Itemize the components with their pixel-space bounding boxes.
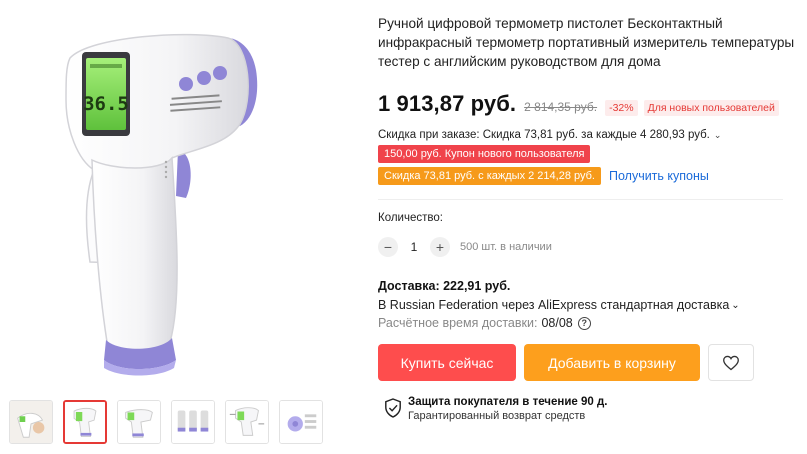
main-product-image[interactable]: 36.5 [0, 0, 370, 395]
thumbnail-6[interactable] [279, 400, 323, 444]
order-discount-text: Скидка при заказе: Скидка 73,81 руб. за … [378, 129, 710, 141]
product-title: Ручной цифровой термометр пистолет Беско… [378, 16, 795, 69]
delivery-cost: Доставка: 222,91 руб. [378, 279, 511, 293]
delivery-route-text: В Russian Federation через AliExpress ст… [378, 298, 730, 312]
current-price: 1 913,87 руб. [378, 91, 517, 116]
thumbnail-5[interactable] [225, 400, 269, 444]
discount-badge: -32% [605, 100, 638, 116]
chevron-down-icon: ⌄ [731, 299, 740, 311]
delivery-estimate-label: Расчётное время доставки: [378, 316, 538, 330]
quantity-decrease-button[interactable]: − [378, 237, 398, 257]
coupon-discount[interactable]: Скидка 73,81 руб. с каждых 2 214,28 руб. [378, 167, 601, 185]
delivery-estimate-date: 08/08 [541, 316, 573, 330]
quantity-increase-button[interactable]: + [430, 237, 450, 257]
stock-count: 500 шт. в наличии [460, 241, 552, 253]
thumbnail-1[interactable] [9, 400, 53, 444]
buyer-protection: Защита покупателя в течение 90 д. Гарант… [384, 396, 798, 422]
product-info-panel: Ручной цифровой термометр пистолет Беско… [378, 14, 798, 422]
display-reading: 36.5 [83, 93, 129, 115]
chevron-down-icon: ⌄ [713, 129, 722, 140]
coupon-new-user-row: 150,00 руб. Купон нового пользователя [378, 145, 798, 163]
thumbnail-strip [9, 400, 323, 444]
wishlist-button[interactable] [708, 344, 754, 381]
new-users-badge: Для новых пользователей [643, 100, 779, 116]
thumbnail-3[interactable] [117, 400, 161, 444]
coupon-discount-row: Скидка 73,81 руб. с каждых 2 214,28 руб.… [378, 167, 798, 185]
delivery-estimate: Расчётное время доставки: 08/08 ? [378, 316, 798, 330]
thumbnail-2[interactable] [63, 400, 107, 444]
protection-subtitle: Гарантированный возврат средств [408, 410, 586, 422]
quantity-label: Количество: [378, 212, 443, 224]
purchase-actions: Купить сейчас Добавить в корзину [378, 344, 798, 381]
old-price: 2 814,35 руб. [524, 100, 598, 114]
delivery-method-dropdown[interactable]: В Russian Federation через AliExpress ст… [378, 298, 798, 312]
price-row: 1 913,87 руб. 2 814,35 руб. -32% Для нов… [378, 91, 798, 117]
help-icon[interactable]: ? [577, 316, 591, 330]
add-to-cart-button[interactable]: Добавить в корзину [524, 344, 700, 381]
heart-icon [723, 355, 739, 370]
protection-title: Защита покупателя в течение 90 д. [408, 396, 608, 408]
quantity-stepper: − 1 + 500 шт. в наличии [378, 237, 798, 257]
get-coupons-link[interactable]: Получить купоны [609, 169, 709, 183]
buy-now-button[interactable]: Купить сейчас [378, 344, 516, 381]
thumbnail-4[interactable] [171, 400, 215, 444]
coupon-new-user[interactable]: 150,00 руб. Купон нового пользователя [378, 145, 591, 163]
order-discount-dropdown[interactable]: Скидка при заказе: Скидка 73,81 руб. за … [378, 129, 798, 141]
shield-check-icon [385, 398, 401, 418]
divider [378, 199, 783, 200]
quantity-input[interactable]: 1 [402, 240, 426, 254]
